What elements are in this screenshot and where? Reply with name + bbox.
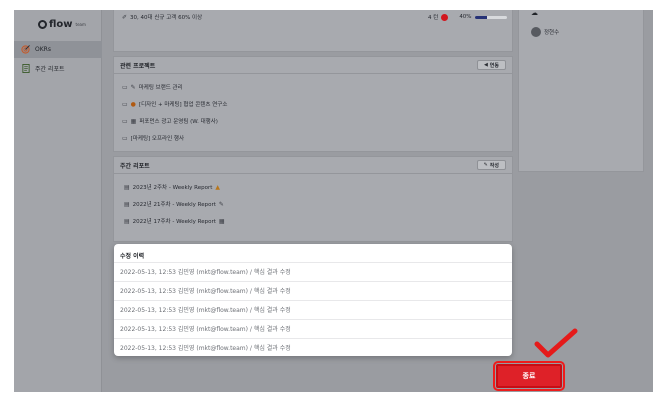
okr-status: 4 턴 40% — [428, 13, 507, 21]
close-button[interactable]: 종료 — [493, 361, 565, 391]
weekly-reports-card: 주간 리포트 ✎ 작성 ▤ 2023년 2주차 - Weekly Report … — [113, 156, 513, 242]
weekly-reports-title: 주간 리포트 — [120, 162, 150, 170]
related-projects-title: 관련 프로젝트 — [120, 62, 156, 70]
logo-mark-icon — [38, 20, 47, 29]
sidebar-item-label: OKRs — [35, 46, 51, 53]
weekly-reports-header: 주간 리포트 ✎ 작성 — [114, 157, 512, 174]
memo-icon: ✎ — [218, 200, 224, 208]
app-window: flow team OKRs 주간 리포트 ✐ 30, 40대 신규 고객 60… — [14, 10, 653, 392]
status-dot-icon — [441, 13, 449, 21]
checkmark-icon — [534, 328, 578, 358]
chart-icon: ▦ — [130, 117, 137, 125]
write-report-button[interactable]: ✎ 작성 — [476, 160, 506, 170]
target-icon — [21, 45, 30, 54]
okr-row[interactable]: ✐ 30, 40대 신규 고객 60% 이상 — [122, 13, 203, 22]
folder-icon: ▭ — [122, 134, 128, 142]
project-item[interactable]: ▭ ▦ 퍼포먼스 광고 운영팀 (W. 대행사) — [122, 117, 218, 126]
related-projects-card: 관련 프로젝트 ◀ 연동 ▭ ✎ 마케팅 브랜드 관리 ▭ ● [디자인 + 마… — [113, 56, 513, 152]
sidebar-item-okrs[interactable]: OKRs — [14, 41, 102, 58]
key-result-icon: ✐ — [122, 13, 128, 21]
history-row: 2022-05-13, 12:53 김민영 (mkt@flow.team) / … — [114, 319, 512, 337]
link-icon: ◀ — [483, 62, 488, 68]
report-item[interactable]: ▤ 2022년 17주차 - Weekly Report ▦ — [124, 217, 225, 226]
project-item-label: [마케팅] 오프라인 행사 — [130, 136, 185, 142]
okr-count: 4 턴 — [428, 15, 439, 21]
project-item-label: 퍼포먼스 광고 운영팀 (W. 대행사) — [139, 119, 218, 125]
link-project-button-label: 연동 — [489, 62, 499, 69]
member-item[interactable]: 정현수 — [531, 27, 559, 37]
report-item[interactable]: ▤ 2023년 2주차 - Weekly Report ▲ — [124, 183, 221, 192]
edit-history-modal: 수정 이력 2022-05-13, 12:53 김민영 (mkt@flow.te… — [114, 244, 512, 356]
write-report-button-label: 작성 — [489, 162, 499, 169]
history-row: 2022-05-13, 12:53 김민영 (mkt@flow.team) / … — [114, 281, 512, 299]
avatar — [531, 27, 541, 37]
history-row: 2022-05-13, 12:53 김민영 (mkt@flow.team) / … — [114, 300, 512, 318]
history-row: 2022-05-13, 12:53 김민영 (mkt@flow.team) / … — [114, 262, 512, 280]
project-item-label: [디자인 + 마케팅] 협업 콘텐츠 연구소 — [138, 102, 228, 108]
folder-icon: ▭ — [122, 100, 128, 108]
folder-icon: ▭ — [122, 117, 128, 125]
logo-subtext: team — [75, 22, 86, 27]
sidebar-item-label: 주간 리포트 — [35, 66, 65, 73]
history-row: 2022-05-13, 12:53 김민영 (mkt@flow.team) / … — [114, 338, 512, 356]
sidebar-item-weekly-report[interactable]: 주간 리포트 — [14, 60, 102, 77]
report-item-label: 2022년 21주차 - Weekly Report — [132, 202, 216, 208]
collab-icon: ● — [130, 100, 136, 108]
report-item-label: 2022년 17주차 - Weekly Report — [132, 219, 216, 225]
member-name: 정현수 — [544, 30, 560, 36]
modal-title: 수정 이력 — [120, 253, 145, 260]
okr-percent: 40% — [459, 14, 472, 20]
okr-progress-fill — [474, 15, 488, 19]
document-icon: ▤ — [124, 217, 130, 225]
write-icon: ✎ — [483, 162, 488, 168]
logo-text: flow — [49, 19, 73, 30]
okr-card: ✐ 30, 40대 신규 고객 60% 이상 4 턴 40% — [113, 10, 513, 52]
sidebar: flow team OKRs 주간 리포트 — [14, 10, 102, 392]
project-item[interactable]: ▭ [마케팅] 오프라인 행사 — [122, 134, 185, 143]
okr-progress-bar — [474, 15, 507, 19]
link-project-button[interactable]: ◀ 연동 — [476, 60, 506, 70]
thumbs-up-icon: ▲ — [215, 183, 221, 191]
brand-icon: ✎ — [130, 83, 136, 91]
report-item[interactable]: ▤ 2022년 21주차 - Weekly Report ✎ — [124, 200, 224, 209]
project-item[interactable]: ▭ ● [디자인 + 마케팅] 협업 콘텐츠 연구소 — [122, 100, 228, 109]
cloud-icon: ☁ — [531, 10, 538, 17]
related-projects-header: 관련 프로젝트 ◀ 연동 — [114, 57, 512, 74]
document-icon: ▤ — [124, 200, 130, 208]
project-item[interactable]: ▭ ✎ 마케팅 브랜드 관리 — [122, 83, 183, 92]
flow-logo: flow team — [38, 19, 86, 30]
project-item-label: 마케팅 브랜드 관리 — [138, 85, 183, 91]
folder-icon: ▭ — [122, 83, 128, 91]
report-item-label: 2023년 2주차 - Weekly Report — [132, 185, 213, 191]
calendar-icon: ▦ — [218, 217, 225, 225]
okr-row-text: 30, 40대 신규 고객 60% 이상 — [130, 15, 203, 21]
report-icon — [21, 64, 30, 73]
document-icon: ▤ — [124, 183, 130, 191]
members-panel: ☁ 정현수 — [518, 10, 644, 172]
